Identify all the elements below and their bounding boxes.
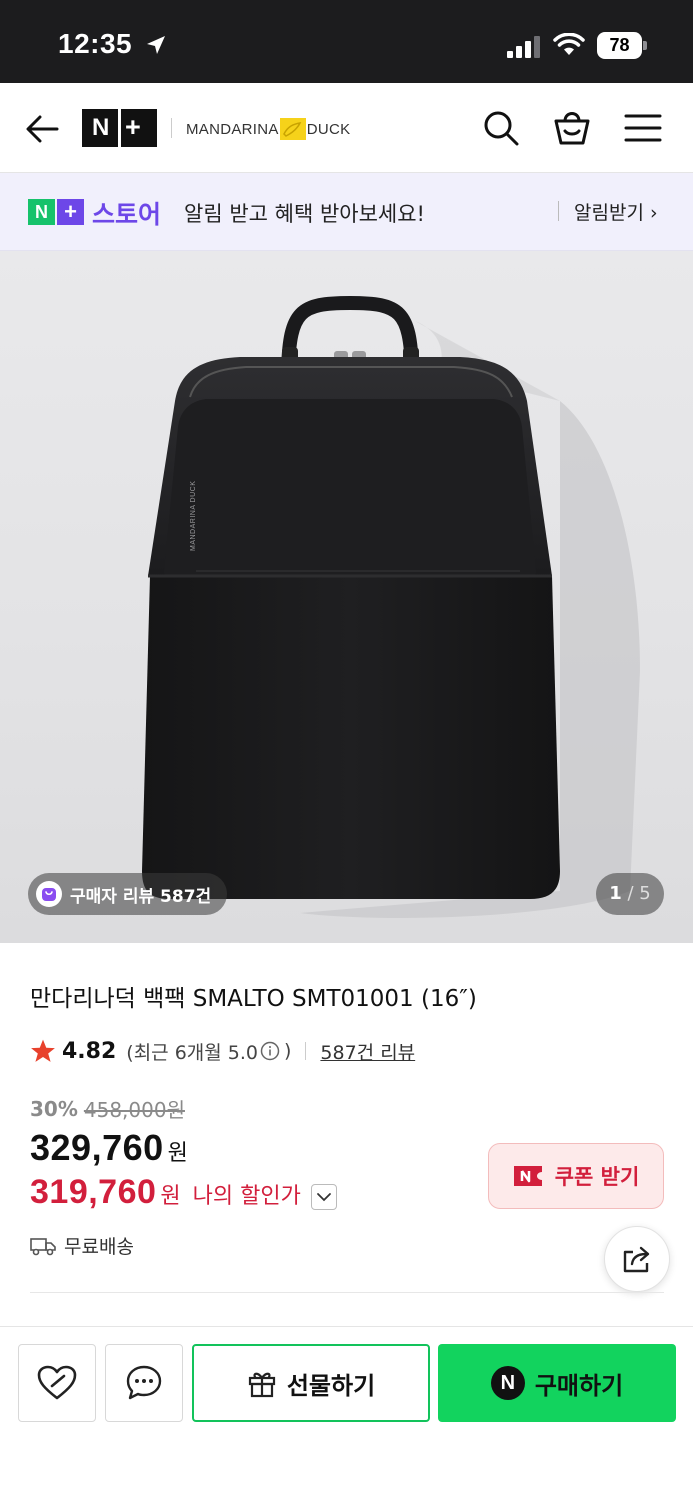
battery-tip	[643, 41, 647, 50]
buy-label: 구매하기	[534, 1371, 624, 1400]
nplus-logo-n: N	[92, 114, 110, 141]
buy-now-button[interactable]: N 구매하기	[438, 1344, 676, 1422]
battery-indicator: 78	[597, 32, 647, 59]
sale-price: 329,760	[30, 1127, 164, 1168]
my-discount-price-label: 나의 할인가	[192, 1184, 301, 1209]
section-divider	[30, 1292, 664, 1293]
review-bag-icon	[36, 881, 62, 907]
product-image-gallery[interactable]: MANDARINA DUCK	[0, 251, 693, 943]
sale-price-unit: 원	[167, 1141, 188, 1166]
truck-icon	[30, 1237, 56, 1255]
buyer-review-chip[interactable]: 구매자 리뷰 587건	[28, 873, 228, 915]
notification-subscribe-link[interactable]: 알림받기 ›	[574, 198, 658, 225]
my-price-expand-button[interactable]	[310, 1183, 337, 1210]
share-icon	[623, 1246, 650, 1273]
info-circle-icon[interactable]	[260, 1041, 280, 1061]
share-button[interactable]	[604, 1226, 670, 1292]
discount-percent: 30%	[30, 1096, 78, 1121]
brand-logo[interactable]: MANDARINA DUCK	[186, 118, 350, 140]
star-icon	[31, 1039, 55, 1062]
wishlist-button[interactable]	[18, 1344, 96, 1422]
gallery-page-counter: 1 / 5	[596, 873, 664, 915]
rating-separator	[305, 1042, 307, 1060]
store-notification-banner[interactable]: N + 스토어 알림 받고 혜택 받아보세요! 알림받기 ›	[0, 173, 693, 251]
discount-row: 30% 458,000원	[30, 1094, 185, 1123]
coupon-icon	[513, 1166, 542, 1186]
buyer-review-label: 구매자 리뷰 587건	[70, 886, 212, 907]
review-count-link[interactable]: 587건 리뷰	[320, 1038, 415, 1065]
nplus-logo-separator	[118, 109, 121, 147]
search-icon[interactable]	[482, 109, 520, 147]
gift-label: 선물하기	[286, 1371, 376, 1400]
battery-level: 78	[597, 32, 642, 59]
my-discount-price: 319,760	[30, 1173, 157, 1211]
rating-score: 4.82	[62, 1038, 117, 1064]
cellular-signal-icon	[507, 36, 540, 58]
gallery-current-page: 1	[609, 883, 622, 904]
hamburger-menu-icon[interactable]	[624, 113, 662, 143]
store-badge-n: N	[28, 199, 55, 225]
duck-logo-icon	[279, 118, 306, 140]
rating-row: 4.82 (최근 6개월 5.0 ) 587건 리뷰	[30, 1036, 415, 1066]
product-photo-backpack: MANDARINA DUCK	[142, 295, 640, 918]
coupon-download-button[interactable]: 쿠폰 받기	[488, 1143, 664, 1209]
naver-pay-n-icon: N	[490, 1366, 525, 1400]
shopping-bag-icon[interactable]	[552, 107, 592, 147]
bag-brand-print: MANDARINA DUCK	[190, 481, 197, 551]
nplus-logo[interactable]: N +	[82, 109, 157, 147]
store-banner-divider	[558, 201, 559, 221]
gallery-total-pages: / 5	[627, 883, 651, 904]
my-price-row: 319,760 원 나의 할인가	[30, 1173, 337, 1212]
brand-logo-left: MANDARINA	[186, 120, 279, 138]
store-label: 스토어	[92, 200, 162, 229]
sale-price-row: 329,760 원	[30, 1127, 188, 1169]
shipping-label: 무료배송	[64, 1236, 134, 1258]
status-bar: 12:35 78	[0, 0, 693, 83]
header-divider	[171, 118, 172, 138]
brand-logo-right: DUCK	[306, 120, 351, 138]
store-banner-message: 알림 받고 혜택 받아보세요!	[184, 202, 425, 226]
chat-bubble-icon	[126, 1365, 162, 1400]
shipping-info: 무료배송	[30, 1232, 134, 1259]
my-discount-price-unit: 원	[160, 1184, 181, 1209]
store-badge-plus: +	[57, 199, 84, 225]
wifi-icon	[553, 33, 585, 55]
product-title: 만다리나덕 백팩 SMALTO SMT01001 (16″)	[30, 986, 477, 1012]
gift-button[interactable]: 선물하기	[192, 1344, 430, 1422]
rating-recent-close: )	[284, 1040, 292, 1062]
top-navigation-header: N + MANDARINA DUCK	[0, 83, 693, 173]
chat-inquiry-button[interactable]	[105, 1344, 183, 1422]
heart-icon	[37, 1365, 77, 1400]
nplus-logo-plus: +	[125, 112, 141, 142]
back-arrow-icon[interactable]	[24, 111, 60, 147]
chevron-down-icon	[316, 1192, 331, 1201]
rating-recent: (최근 6개월 5.0	[126, 1041, 258, 1064]
status-time: 12:35	[58, 28, 133, 59]
coupon-label: 쿠폰 받기	[554, 1165, 640, 1189]
original-price: 458,000원	[83, 1098, 185, 1122]
location-arrow-icon	[147, 36, 165, 54]
gift-box-icon	[248, 1372, 275, 1398]
